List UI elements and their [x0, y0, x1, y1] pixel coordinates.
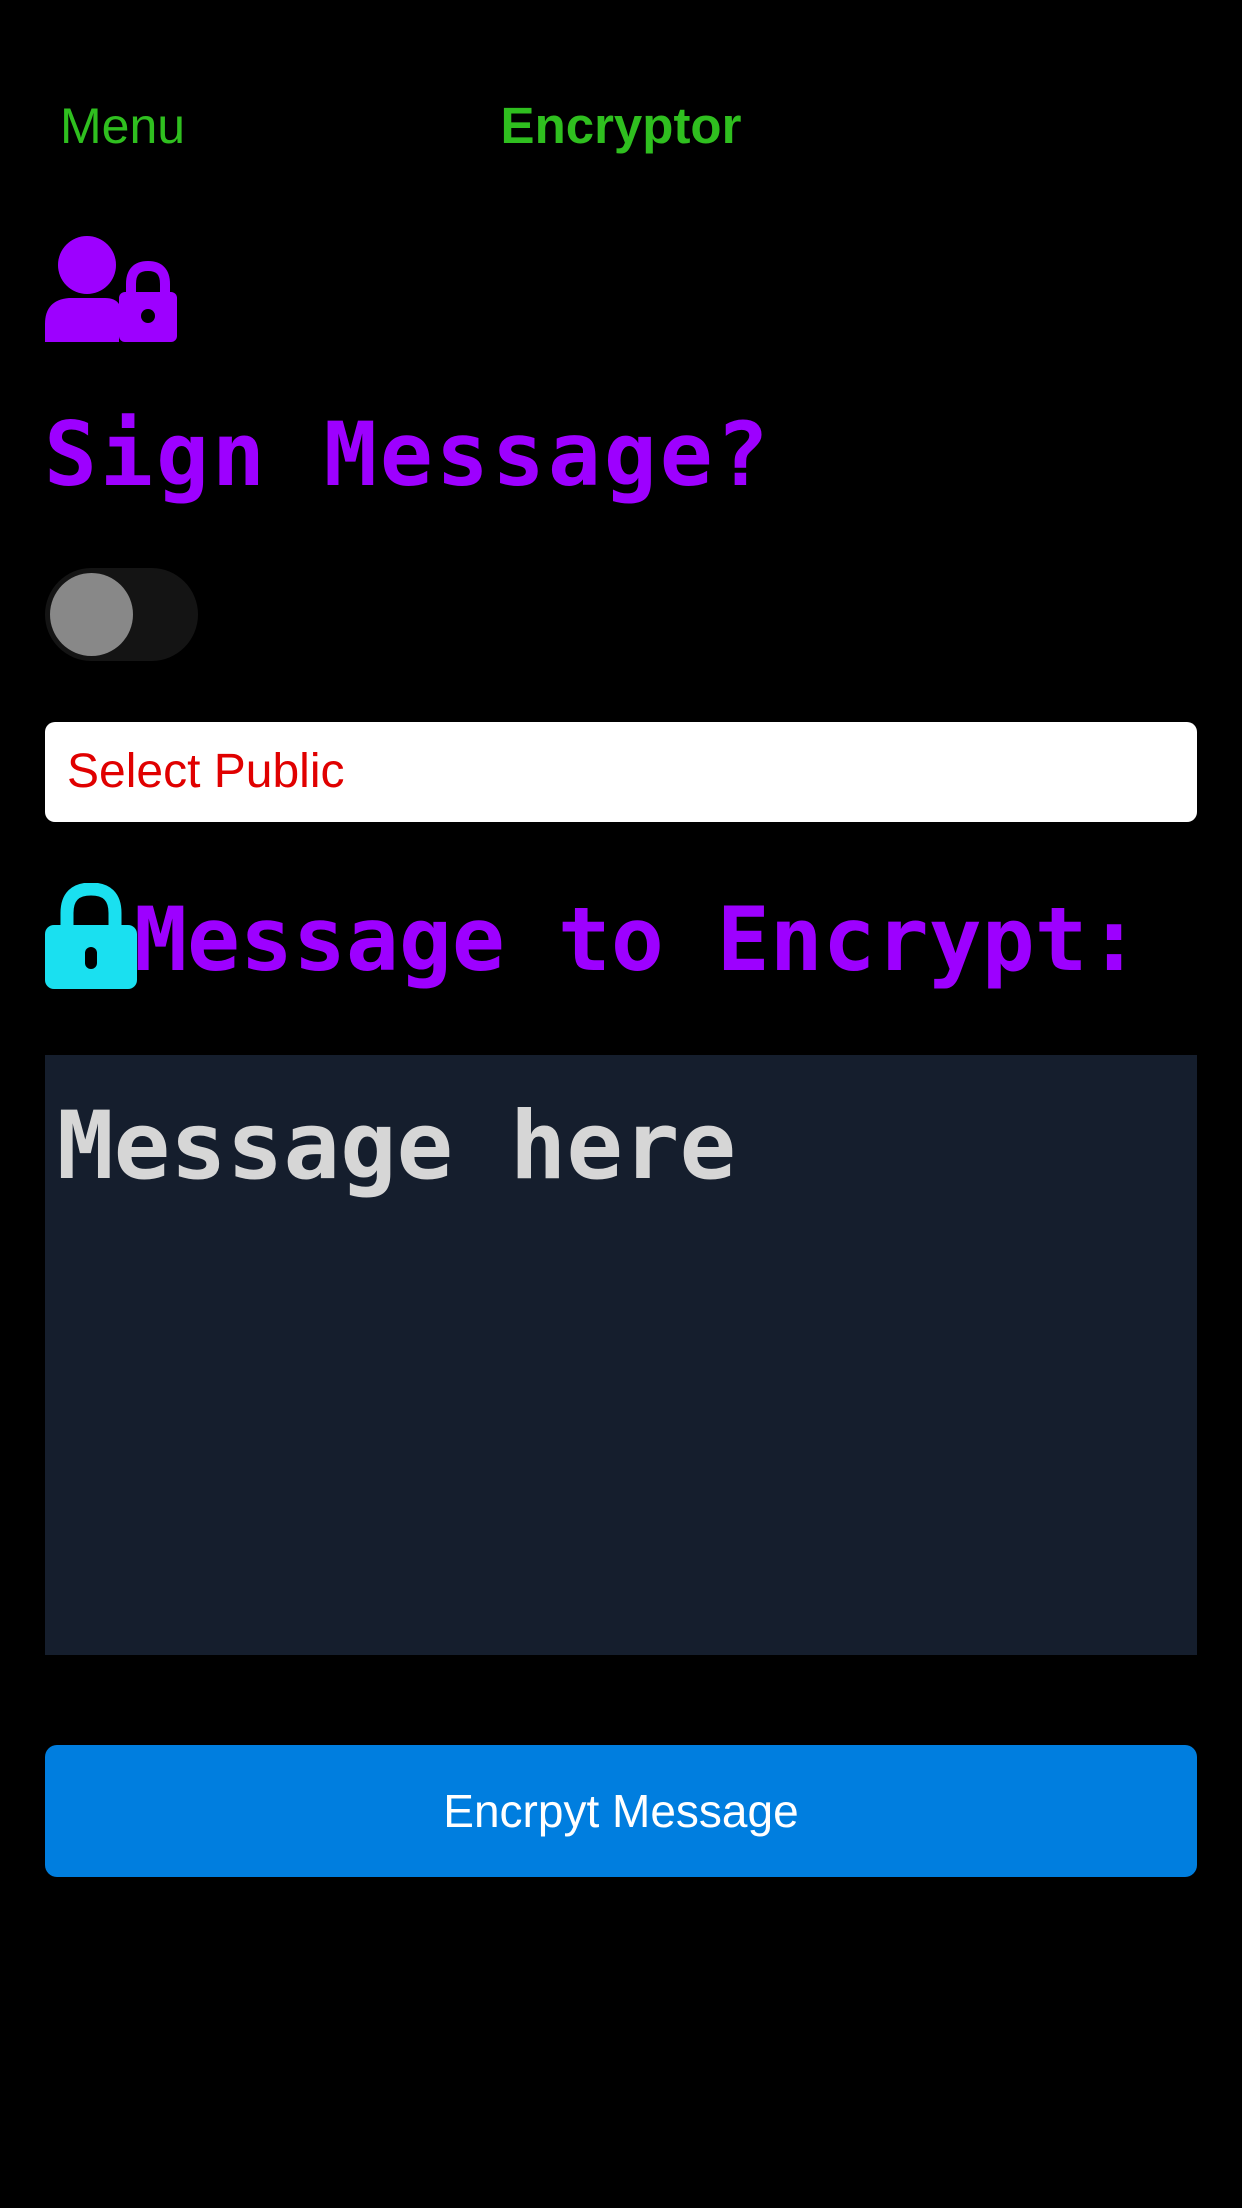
sign-message-toggle[interactable] [45, 568, 198, 661]
message-placeholder: Message here [57, 1092, 737, 1201]
message-to-encrypt-heading: Message to Encrypt: [134, 888, 1141, 991]
message-textarea[interactable]: Message here [45, 1055, 1197, 1655]
encrypt-message-button[interactable]: Encrpyt Message [45, 1745, 1197, 1877]
public-key-select[interactable]: Select Public [45, 722, 1197, 822]
public-key-select-label: Select Public [67, 745, 345, 798]
toggle-knob [50, 573, 133, 656]
sign-message-heading: Sign Message? [44, 403, 772, 506]
page-title: Encryptor [500, 97, 742, 154]
user-lock-icon [45, 236, 177, 342]
lock-icon [45, 883, 137, 989]
encrypt-button-label: Encrpyt Message [443, 1785, 799, 1837]
